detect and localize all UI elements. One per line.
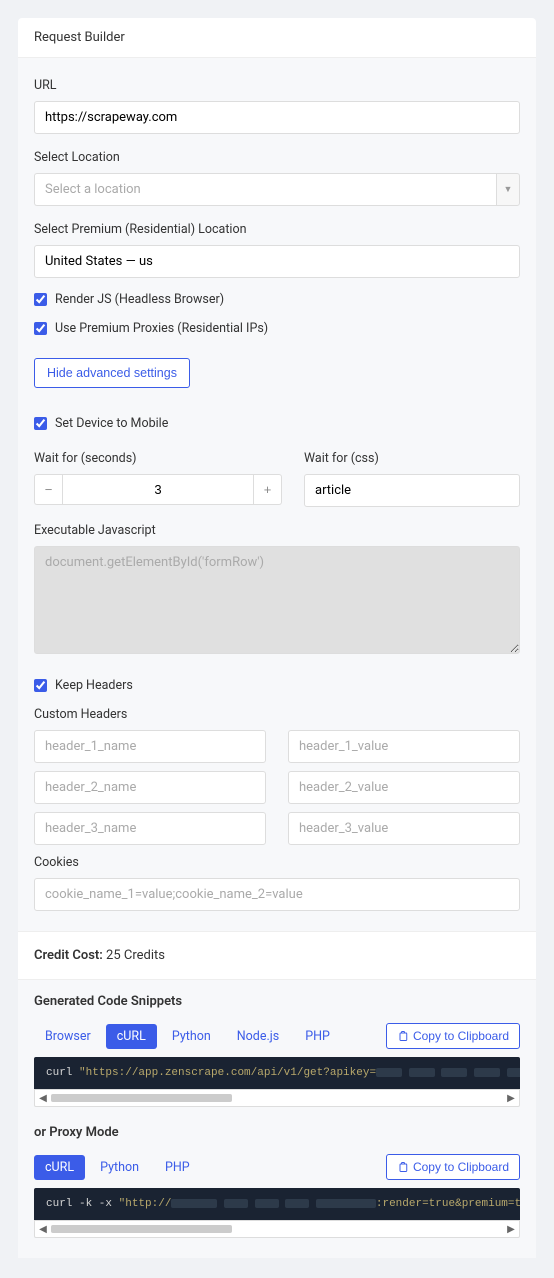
scroll-left-icon[interactable]: ◀ (35, 1224, 51, 1235)
url-input[interactable] (34, 101, 520, 134)
tab-python[interactable]: Python (161, 1024, 222, 1049)
scroll-thumb[interactable] (51, 1225, 232, 1233)
premium-location-input[interactable] (34, 245, 520, 278)
horizontal-scrollbar[interactable]: ◀ ▶ (34, 1089, 520, 1107)
keep-headers-checkbox[interactable] (34, 679, 47, 692)
wait-seconds-input[interactable] (62, 474, 254, 505)
tab-nodejs[interactable]: Node.js (226, 1024, 290, 1049)
location-label: Select Location (34, 150, 520, 165)
tab-curl[interactable]: cURL (106, 1024, 157, 1049)
render-js-checkbox[interactable] (34, 293, 47, 306)
header-name-input[interactable] (34, 730, 266, 763)
premium-location-label: Select Premium (Residential) Location (34, 222, 520, 237)
credit-cost: Credit Cost: 25 Credits (18, 931, 536, 979)
header-value-input[interactable] (288, 812, 520, 845)
hide-advanced-button[interactable]: Hide advanced settings (34, 358, 190, 388)
stepper-plus-button[interactable]: + (254, 474, 282, 505)
custom-headers-label: Custom Headers (34, 707, 520, 722)
request-form: URL Select Location Select a location ▼ … (18, 58, 536, 931)
premium-proxies-label: Use Premium Proxies (Residential IPs) (55, 321, 268, 336)
wait-css-input[interactable] (304, 474, 520, 507)
credit-label: Credit Cost: (34, 948, 103, 963)
copy-button[interactable]: Copy to Clipboard (386, 1023, 520, 1049)
clipboard-icon (397, 1030, 409, 1042)
scroll-right-icon[interactable]: ▶ (503, 1093, 519, 1104)
render-js-label: Render JS (Headless Browser) (55, 292, 224, 307)
code-snippets: Generated Code Snippets Browser cURL Pyt… (18, 979, 536, 1258)
proxy-tab-curl[interactable]: cURL (34, 1155, 85, 1180)
header-value-input[interactable] (288, 730, 520, 763)
proxy-code-snippet: curl -k -x "http:// :render=true&premium… (34, 1188, 520, 1220)
premium-proxies-checkbox[interactable] (34, 322, 47, 335)
code-snippet: curl "https://app.zenscrape.com/api/v1/g… (34, 1057, 520, 1089)
scroll-thumb[interactable] (51, 1094, 232, 1102)
set-mobile-label: Set Device to Mobile (55, 416, 168, 431)
url-label: URL (34, 78, 520, 93)
keep-headers-label: Keep Headers (55, 678, 133, 693)
scroll-left-icon[interactable]: ◀ (35, 1093, 51, 1104)
chevron-down-icon[interactable]: ▼ (496, 173, 520, 206)
set-mobile-checkbox[interactable] (34, 417, 47, 430)
cookies-input[interactable] (34, 878, 520, 911)
exec-js-textarea[interactable] (34, 546, 520, 654)
wait-seconds-label: Wait for (seconds) (34, 451, 282, 466)
clipboard-icon (397, 1161, 409, 1173)
wait-css-label: Wait for (css) (304, 451, 520, 466)
header-name-input[interactable] (34, 812, 266, 845)
proxy-copy-button[interactable]: Copy to Clipboard (386, 1154, 520, 1180)
wait-seconds-stepper[interactable]: − + (34, 474, 282, 505)
location-placeholder: Select a location (34, 173, 496, 206)
proxy-mode-title: or Proxy Mode (34, 1125, 520, 1140)
location-select[interactable]: Select a location ▼ (34, 173, 520, 206)
credit-value: 25 Credits (106, 948, 165, 963)
cookies-label: Cookies (34, 855, 520, 870)
proxy-tab-php[interactable]: PHP (154, 1155, 201, 1180)
tab-browser[interactable]: Browser (34, 1024, 102, 1049)
header-name-input[interactable] (34, 771, 266, 804)
page-title: Request Builder (18, 18, 536, 58)
tab-php[interactable]: PHP (294, 1024, 341, 1049)
proxy-tab-python[interactable]: Python (89, 1155, 150, 1180)
snippets-title: Generated Code Snippets (34, 994, 520, 1009)
stepper-minus-button[interactable]: − (34, 474, 62, 505)
header-value-input[interactable] (288, 771, 520, 804)
scroll-right-icon[interactable]: ▶ (503, 1224, 519, 1235)
exec-js-label: Executable Javascript (34, 523, 520, 538)
proxy-horizontal-scrollbar[interactable]: ◀ ▶ (34, 1220, 520, 1238)
